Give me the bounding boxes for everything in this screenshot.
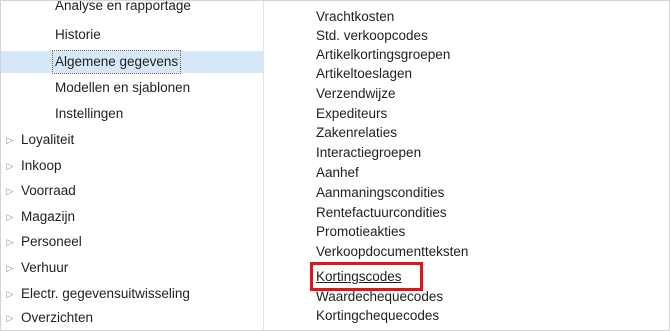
nav-group-label: Overzichten xyxy=(21,310,94,325)
nav-item-modellen-en-sjablonen[interactable]: Modellen en sjablonen xyxy=(1,77,263,99)
nav-item-historie[interactable]: Historie xyxy=(1,24,263,46)
nav-group-magazijn[interactable]: ▷ Magazijn xyxy=(1,206,263,228)
nav-group-verhuur[interactable]: ▷ Verhuur xyxy=(1,257,263,279)
nav-item-label: Instellingen xyxy=(55,106,124,121)
nav-item-label: Analyse en rapportage xyxy=(55,0,191,13)
nav-group-loyaliteit[interactable]: ▷ Loyaliteit xyxy=(1,129,263,151)
expand-arrow-icon[interactable]: ▷ xyxy=(5,155,15,177)
nav-item-algemene-gegevens[interactable]: Algemene gegevens xyxy=(1,50,263,74)
nav-group-overzichten[interactable]: ▷ Overzichten xyxy=(1,307,263,329)
expand-arrow-icon[interactable]: ▷ xyxy=(5,129,15,151)
links-pane: Vrachtkosten Std. verkoopcodes Artikelko… xyxy=(264,1,669,330)
nav-item-label: Modellen en sjablonen xyxy=(55,80,191,95)
link-expediteurs[interactable]: Expediteurs xyxy=(316,104,387,124)
nav-item-label: Historie xyxy=(55,27,101,42)
nav-item-analyse-en-rapportage[interactable]: Analyse en rapportage xyxy=(1,0,263,17)
nav-group-voorraad[interactable]: ▷ Voorraad xyxy=(1,180,263,202)
nav-group-personeel[interactable]: ▷ Personeel xyxy=(1,231,263,253)
nav-item-label: Algemene gegevens xyxy=(51,50,182,74)
nav-group-label: Magazijn xyxy=(21,209,76,224)
link-interactiegroepen[interactable]: Interactiegroepen xyxy=(316,143,421,163)
link-aanmaningscondities[interactable]: Aanmaningscondities xyxy=(316,183,444,203)
link-aanhef[interactable]: Aanhef xyxy=(316,163,359,183)
expand-arrow-icon[interactable]: ▷ xyxy=(5,283,15,305)
link-rentefactuurcondities[interactable]: Rentefactuurcondities xyxy=(316,203,447,223)
link-vrachtkosten[interactable]: Vrachtkosten xyxy=(316,7,394,27)
expand-arrow-icon[interactable]: ▷ xyxy=(5,231,15,253)
expand-arrow-icon[interactable]: ▷ xyxy=(5,180,15,202)
nav-item-instellingen[interactable]: Instellingen xyxy=(1,103,263,125)
link-kortingchequecodes[interactable]: Kortingchequecodes xyxy=(316,306,439,326)
window-frame: Analyse en rapportage Historie Algemene … xyxy=(0,0,670,331)
link-verzendwijze[interactable]: Verzendwijze xyxy=(316,84,396,104)
nav-group-label: Voorraad xyxy=(21,183,76,198)
link-verkoopdocumentteksten[interactable]: Verkoopdocumentteksten xyxy=(316,242,468,262)
expand-arrow-icon[interactable]: ▷ xyxy=(5,257,15,279)
expand-arrow-icon[interactable]: ▷ xyxy=(5,206,15,228)
highlight-box xyxy=(310,262,423,291)
nav-group-label: Verhuur xyxy=(21,260,69,275)
link-artikeltoeslagen[interactable]: Artikeltoeslagen xyxy=(316,64,412,84)
nav-group-label: Personeel xyxy=(21,234,82,249)
nav-group-label: Loyaliteit xyxy=(21,132,75,147)
link-std-verkoopcodes[interactable]: Std. verkoopcodes xyxy=(316,26,428,46)
nav-group-label: Inkoop xyxy=(21,158,62,173)
nav-group-inkoop[interactable]: ▷ Inkoop xyxy=(1,155,263,177)
link-promotieakties[interactable]: Promotieakties xyxy=(316,222,405,242)
link-zakenrelaties[interactable]: Zakenrelaties xyxy=(316,123,397,143)
navigation-pane: Analyse en rapportage Historie Algemene … xyxy=(1,0,264,330)
nav-group-electr-gegevensuitwisseling[interactable]: ▷ Electr. gegevensuitwisseling xyxy=(1,283,263,305)
expand-arrow-icon[interactable]: ▷ xyxy=(5,307,15,329)
nav-group-label: Electr. gegevensuitwisseling xyxy=(21,286,190,301)
link-artikelkortingsgroepen[interactable]: Artikelkortingsgroepen xyxy=(316,45,450,65)
